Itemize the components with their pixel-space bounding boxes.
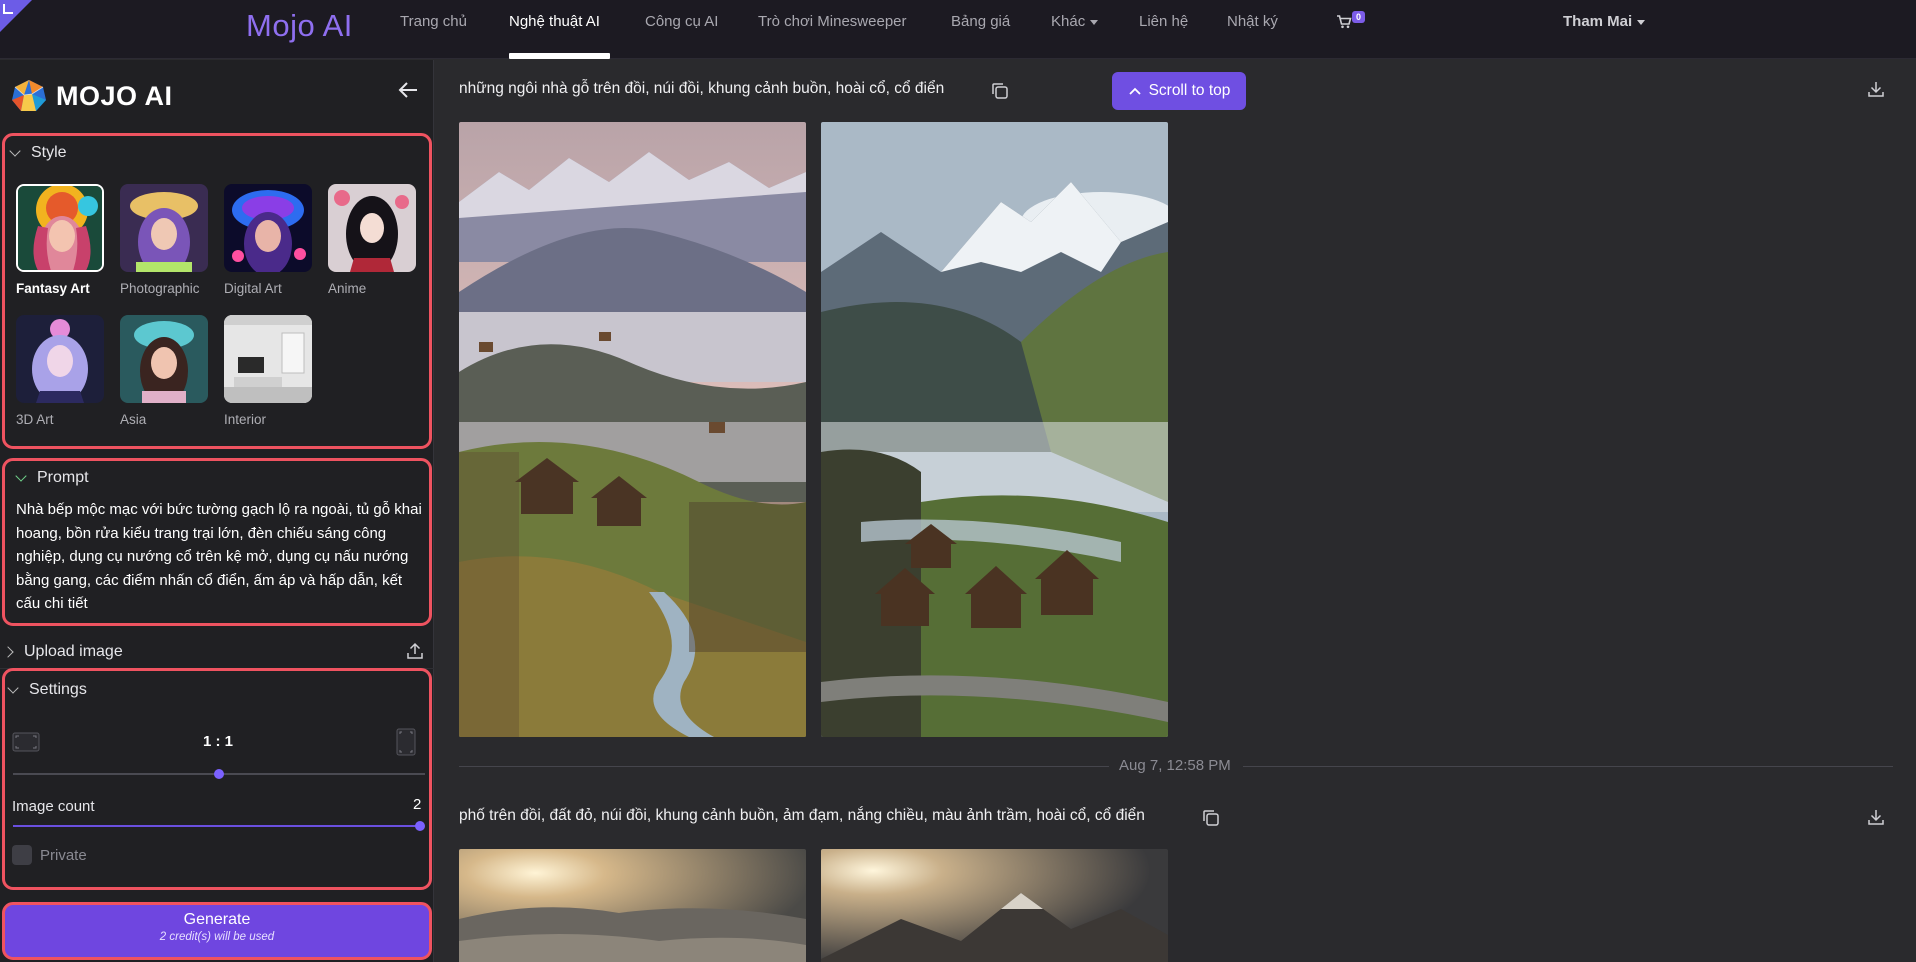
prompt-panel: Prompt Nhà bếp mộc mạc với bức tường gạc…	[2, 458, 432, 626]
aspect-ratio-slider-handle[interactable]	[214, 769, 224, 779]
chevron-up-icon	[1128, 87, 1141, 95]
settings-section-header[interactable]: Settings	[7, 681, 87, 699]
download-icon[interactable]	[1866, 79, 1886, 99]
style-thumb-photographic	[120, 184, 208, 272]
download-icon[interactable]	[1866, 807, 1886, 827]
style-label-digital-art: Digital Art	[224, 281, 282, 296]
upload-section-title: Upload image	[24, 643, 123, 660]
sidebar-logo: MOJO AI	[10, 76, 173, 116]
style-option-digital-art[interactable]: Digital Art	[224, 184, 314, 296]
caret-down-icon	[1090, 19, 1099, 25]
image-count-label: Image count	[12, 798, 95, 815]
style-label-anime: Anime	[328, 281, 367, 296]
chevron-down-icon	[9, 145, 21, 157]
user-menu[interactable]: Tham Mai	[1563, 13, 1646, 30]
nav-item-home[interactable]: Trang chủ	[400, 13, 467, 30]
style-option-asia[interactable]: Asia	[120, 315, 210, 427]
style-option-fantasy-art[interactable]: Fantasy Art	[16, 184, 106, 296]
prompt-section-header[interactable]: Prompt	[15, 469, 89, 487]
style-label-asia: Asia	[120, 412, 147, 427]
generate-button[interactable]: Generate 2 credit(s) will be used	[2, 902, 432, 960]
chevron-down-icon	[7, 682, 19, 694]
group-timestamp: Aug 7, 12:58 PM	[1119, 757, 1231, 774]
style-panel: Style Fantasy Art Photographic Digital A…	[2, 133, 432, 449]
sidebar: MOJO AI Style Fantasy Art Photographic D…	[0, 60, 434, 962]
result-image-2-1[interactable]	[459, 849, 806, 962]
generate-label: Generate	[183, 911, 251, 928]
private-checkbox[interactable]	[12, 845, 32, 865]
sidebar-logo-text: MOJO AI	[56, 80, 173, 111]
chevron-right-icon	[2, 646, 14, 658]
prompt-textarea[interactable]: Nhà bếp mộc mạc với bức tường gạch lộ ra…	[16, 498, 426, 616]
style-thumb-3d-art	[16, 315, 104, 403]
style-option-anime[interactable]: Anime	[328, 184, 418, 296]
timestamp-divider-right	[1243, 766, 1893, 767]
style-option-interior[interactable]: Interior	[224, 315, 314, 427]
style-thumb-interior	[224, 315, 312, 403]
nav-item-contact[interactable]: Liên hệ	[1139, 13, 1188, 30]
style-thumb-fantasy-art	[16, 184, 104, 272]
aspect-ratio-value: 1 : 1	[203, 733, 234, 750]
copy-icon[interactable]	[1201, 808, 1221, 828]
generate-credit-note: 2 credit(s) will be used	[159, 931, 275, 943]
style-label-fantasy-art: Fantasy Art	[16, 281, 90, 296]
result-prompt-1: những ngôi nhà gỗ trên đồi, núi đồi, khu…	[459, 80, 945, 97]
arrow-left-icon[interactable]	[397, 80, 419, 100]
timestamp-divider-left	[459, 766, 1109, 767]
cart-count-badge: 0	[1352, 11, 1366, 23]
results-area: những ngôi nhà gỗ trên đồi, núi đồi, khu…	[435, 60, 1916, 962]
chevron-down-icon	[15, 470, 27, 482]
mojo-logo-icon	[12, 80, 46, 111]
prompt-section-title: Prompt	[37, 469, 89, 486]
scroll-to-top-button[interactable]: Scroll to top	[1112, 72, 1246, 110]
style-option-photographic[interactable]: Photographic	[120, 184, 210, 296]
image-count-value: 2	[413, 796, 422, 813]
brand-logo-text[interactable]: Mojo AI	[246, 8, 353, 44]
style-thumb-anime	[328, 184, 416, 272]
copy-icon[interactable]	[990, 81, 1010, 101]
nav-item-log[interactable]: Nhật ký	[1227, 13, 1278, 30]
user-name: Tham Mai	[1563, 13, 1633, 30]
cart-icon[interactable]	[1336, 14, 1352, 29]
top-navbar: Mojo AI Trang chủ Nghệ thuật AI Công cụ …	[0, 0, 1916, 59]
private-label: Private	[40, 846, 87, 864]
result-image-1-2[interactable]	[821, 122, 1168, 737]
nav-item-more-label: Khác	[1051, 13, 1086, 30]
upload-image-section[interactable]: Upload image	[0, 635, 434, 669]
result-image-2-2[interactable]	[821, 849, 1168, 962]
corner-icon	[3, 4, 13, 14]
upload-section-header[interactable]: Upload image	[2, 643, 123, 661]
nav-active-indicator	[509, 53, 610, 59]
nav-item-ai-tools[interactable]: Công cụ AI	[645, 13, 718, 30]
settings-panel: Settings 1 : 1 Image count 2 Private	[2, 668, 432, 890]
nav-item-more[interactable]: Khác	[1051, 13, 1099, 30]
nav-item-pricing[interactable]: Bảng giá	[951, 13, 1010, 30]
settings-section-title: Settings	[29, 681, 87, 698]
style-label-photographic: Photographic	[120, 281, 200, 296]
style-section-header[interactable]: Style	[9, 144, 67, 162]
result-image-1-1[interactable]	[459, 122, 806, 737]
private-toggle[interactable]: Private	[12, 845, 87, 865]
style-section-title: Style	[31, 144, 67, 161]
upload-icon[interactable]	[405, 641, 425, 661]
scroll-to-top-label: Scroll to top	[1148, 82, 1231, 99]
portrait-ratio-icon[interactable]	[396, 728, 416, 756]
style-label-3d-art: 3D Art	[16, 412, 54, 427]
style-option-3d-art[interactable]: 3D Art	[16, 315, 106, 427]
style-thumb-digital-art	[224, 184, 312, 272]
caret-down-icon	[1637, 19, 1646, 25]
image-count-slider[interactable]	[13, 825, 419, 827]
landscape-ratio-icon[interactable]	[12, 732, 40, 752]
nav-item-ai-art[interactable]: Nghệ thuật AI	[509, 13, 600, 30]
nav-item-minesweeper[interactable]: Trò chơi Minesweeper	[758, 13, 907, 30]
result-prompt-2: phố trên đồi, đất đỏ, núi đồi, khung cản…	[459, 807, 1145, 824]
image-count-slider-handle[interactable]	[415, 821, 425, 831]
style-thumb-asia	[120, 315, 208, 403]
style-label-interior: Interior	[224, 412, 267, 427]
